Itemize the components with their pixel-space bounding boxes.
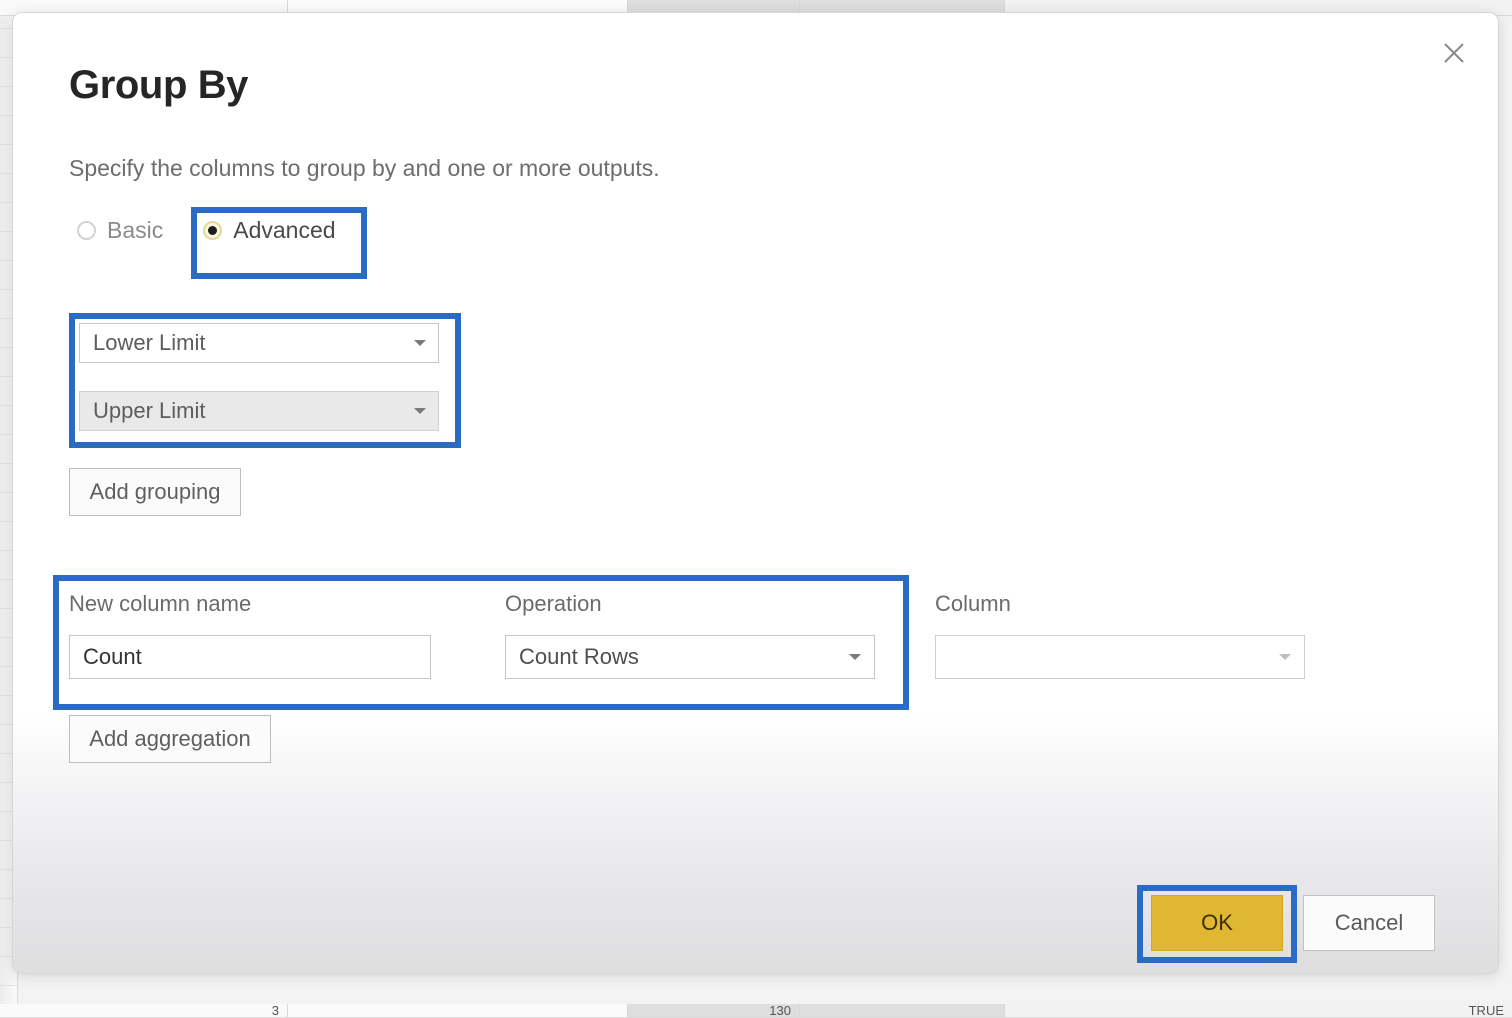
background-table-cell: [800, 1004, 1005, 1017]
add-aggregation-button[interactable]: Add aggregation: [69, 715, 271, 763]
group-by-column-dropdown-1[interactable]: Upper Limit: [79, 391, 439, 431]
label-new-column-name: New column name: [69, 591, 252, 616]
group-by-dialog: Group By Specify the columns to group by…: [12, 12, 1499, 974]
group-by-column-value-1: Upper Limit: [93, 398, 206, 423]
radio-unselected-icon: [77, 221, 96, 240]
operation-value: Count Rows: [519, 644, 639, 669]
column-dropdown[interactable]: [935, 635, 1305, 679]
group-by-column-dropdown-0[interactable]: Lower Limit: [79, 323, 439, 363]
background-table-row: 3 130 TRUE: [0, 1004, 1512, 1018]
chevron-down-icon: [402, 340, 438, 346]
page-title: Group By: [69, 63, 249, 107]
chevron-down-icon: [1266, 654, 1304, 660]
new-column-name-input[interactable]: Count: [69, 635, 431, 679]
group-by-column-value-0: Lower Limit: [93, 330, 206, 355]
operation-dropdown[interactable]: Count Rows: [505, 635, 875, 679]
radio-selected-icon: [203, 221, 223, 240]
label-operation: Operation: [505, 591, 602, 616]
radio-option-basic[interactable]: Basic: [69, 211, 173, 250]
ok-button[interactable]: OK: [1151, 895, 1283, 951]
add-grouping-button[interactable]: Add grouping: [69, 468, 241, 516]
background-table-cell: [288, 1004, 628, 1017]
chevron-down-icon: [836, 654, 874, 660]
close-icon[interactable]: [1432, 31, 1476, 75]
cancel-button[interactable]: Cancel: [1303, 895, 1435, 951]
radio-label-basic: Basic: [107, 217, 164, 243]
dialog-subtitle: Specify the columns to group by and one …: [69, 155, 660, 181]
background-table-cell: 3: [0, 1004, 288, 1017]
label-column: Column: [935, 591, 1011, 616]
mode-radio-group: Basic Advanced: [69, 211, 346, 250]
background-table-cell: TRUE: [1005, 1004, 1512, 1017]
radio-option-advanced[interactable]: Advanced: [195, 211, 345, 250]
background-table-cell: 130: [628, 1004, 800, 1017]
radio-label-advanced: Advanced: [233, 217, 336, 243]
chevron-down-icon: [402, 408, 438, 414]
